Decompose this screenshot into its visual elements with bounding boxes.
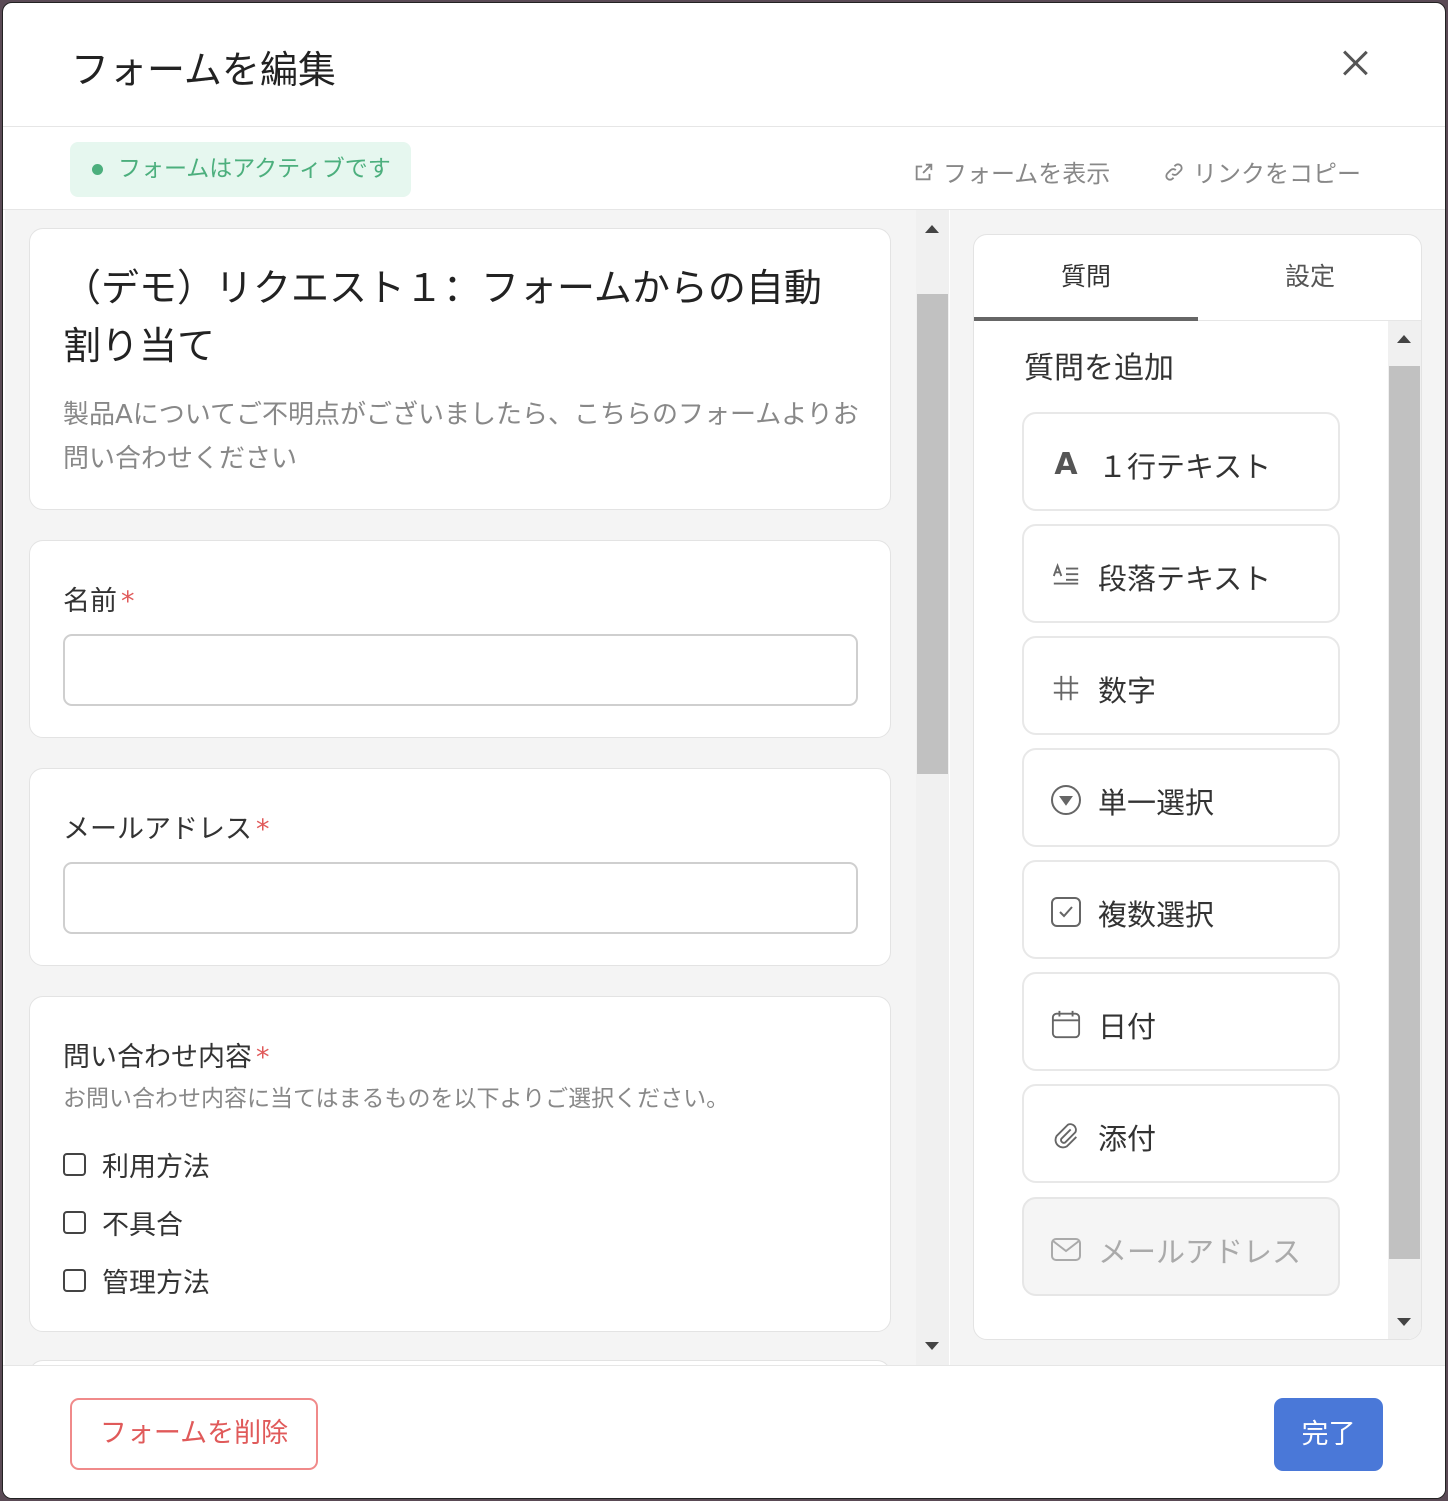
dropdown-circle-icon bbox=[1050, 784, 1082, 816]
scroll-down-icon[interactable] bbox=[1397, 1318, 1411, 1326]
checkbox-icon bbox=[1050, 896, 1082, 928]
option-label: 利用方法 bbox=[102, 1152, 210, 1183]
checkbox-option[interactable]: 管理方法 bbox=[63, 1261, 210, 1300]
calendar-icon bbox=[1050, 1008, 1082, 1040]
add-question-heading: 質問を追加 bbox=[1024, 351, 1174, 386]
form-description: 製品Aについてご不明点がございましたら、こちらのフォームよりお問い合わせください bbox=[63, 400, 859, 474]
tab-settings[interactable]: 設定 bbox=[1198, 235, 1421, 321]
checkbox-option[interactable]: 不具合 bbox=[63, 1203, 183, 1242]
checkbox-option[interactable]: 利用方法 bbox=[63, 1145, 210, 1184]
question-card-name[interactable]: 名前 * bbox=[29, 540, 891, 738]
question-card-inquiry[interactable]: 問い合わせ内容 * お問い合わせ内容に当てはまるものを以下よりご選択ください。 利… bbox=[29, 996, 891, 1332]
checkbox[interactable] bbox=[63, 1211, 86, 1234]
copy-link-button[interactable]: リンクをコピー bbox=[1163, 154, 1361, 189]
edit-form-modal: フォームを編集 フォームはアクティブです フォームを表示 リンクをコピー （デモ… bbox=[2, 2, 1446, 1499]
question-type-label: 段落テキスト bbox=[1098, 562, 1272, 596]
right-scrollbar-thumb[interactable] bbox=[1389, 366, 1420, 1259]
question-type-label: 日付 bbox=[1098, 1010, 1157, 1044]
question-type-label: 添付 bbox=[1098, 1122, 1157, 1156]
paragraph-icon bbox=[1050, 560, 1082, 592]
text-a-icon: A bbox=[1054, 446, 1078, 482]
mail-icon bbox=[1050, 1233, 1082, 1265]
close-icon[interactable] bbox=[1335, 43, 1375, 83]
status-badge-text: フォームはアクティブです bbox=[118, 156, 391, 182]
option-label: 管理方法 bbox=[102, 1268, 210, 1299]
question-type-label: １行テキスト bbox=[1098, 450, 1272, 484]
email-input[interactable] bbox=[63, 862, 858, 934]
modal-footer: フォームを削除 完了 bbox=[3, 1365, 1445, 1498]
add-single-line-text-button[interactable]: A １行テキスト bbox=[1022, 412, 1340, 511]
status-badge: フォームはアクティブです bbox=[70, 142, 411, 197]
view-form-label: フォームを表示 bbox=[943, 160, 1111, 188]
form-title: （デモ）リクエスト１：フォームからの自動割り当て bbox=[63, 266, 822, 368]
modal-header: フォームを編集 bbox=[3, 3, 1445, 127]
required-mark: * bbox=[256, 814, 270, 845]
add-attachment-button[interactable]: 添付 bbox=[1022, 1084, 1340, 1183]
delete-form-button[interactable]: フォームを削除 bbox=[70, 1398, 318, 1470]
field-help-text: お問い合わせ内容に当てはまるものを以下よりご選択ください。 bbox=[63, 1086, 730, 1112]
field-label: メールアドレス * bbox=[63, 807, 270, 846]
field-label-text: メールアドレス bbox=[63, 814, 252, 845]
paperclip-icon bbox=[1050, 1120, 1082, 1152]
external-link-icon bbox=[915, 163, 933, 180]
add-multiple-choice-button[interactable]: 複数選択 bbox=[1022, 860, 1340, 959]
link-icon bbox=[1165, 162, 1183, 181]
field-label-text: 名前 bbox=[63, 586, 117, 617]
question-type-label: 数字 bbox=[1098, 674, 1157, 708]
question-type-label: 複数選択 bbox=[1098, 898, 1215, 932]
add-number-button[interactable]: 数字 bbox=[1022, 636, 1340, 735]
form-preview-pane: （デモ）リクエスト１：フォームからの自動割り当て 製品Aについてご不明点がござい… bbox=[5, 210, 949, 1365]
tab-questions[interactable]: 質問 bbox=[974, 235, 1198, 321]
add-paragraph-text-button[interactable]: 段落テキスト bbox=[1022, 524, 1340, 623]
scroll-down-icon[interactable] bbox=[925, 1342, 939, 1350]
field-label: 名前 * bbox=[63, 579, 135, 618]
modal-title: フォームを編集 bbox=[71, 48, 336, 92]
field-label-text: 問い合わせ内容 bbox=[63, 1042, 252, 1073]
panel-tabs: 質問 設定 bbox=[974, 235, 1421, 321]
question-panel: 質問 設定 質問を追加 A １行テキスト 段落テキスト 数字 単一選択 複数選択… bbox=[973, 234, 1422, 1340]
scroll-up-icon[interactable] bbox=[925, 225, 939, 233]
required-mark: * bbox=[121, 586, 135, 617]
hash-icon bbox=[1050, 672, 1082, 704]
checkbox[interactable] bbox=[63, 1153, 86, 1176]
done-button[interactable]: 完了 bbox=[1274, 1398, 1383, 1471]
status-bar: フォームはアクティブです フォームを表示 リンクをコピー bbox=[3, 128, 1445, 210]
scroll-up-icon[interactable] bbox=[1397, 335, 1411, 343]
form-header-card[interactable]: （デモ）リクエスト１：フォームからの自動割り当て 製品Aについてご不明点がござい… bbox=[29, 228, 891, 510]
copy-link-label: リンクをコピー bbox=[1193, 160, 1361, 188]
question-card-email[interactable]: メールアドレス * bbox=[29, 768, 891, 966]
active-dot-icon bbox=[92, 164, 103, 175]
checkbox[interactable] bbox=[63, 1269, 86, 1292]
add-date-button[interactable]: 日付 bbox=[1022, 972, 1340, 1071]
name-input[interactable] bbox=[63, 634, 858, 706]
question-type-label: メールアドレス bbox=[1098, 1235, 1302, 1269]
required-mark: * bbox=[256, 1042, 270, 1073]
left-scrollbar-thumb[interactable] bbox=[917, 294, 948, 774]
question-type-label: 単一選択 bbox=[1098, 786, 1215, 820]
add-single-choice-button[interactable]: 単一選択 bbox=[1022, 748, 1340, 847]
option-label: 不具合 bbox=[102, 1210, 183, 1241]
field-label: 問い合わせ内容 * bbox=[63, 1035, 270, 1074]
add-email-button[interactable]: メールアドレス bbox=[1022, 1197, 1340, 1296]
view-form-link[interactable]: フォームを表示 bbox=[913, 154, 1110, 189]
